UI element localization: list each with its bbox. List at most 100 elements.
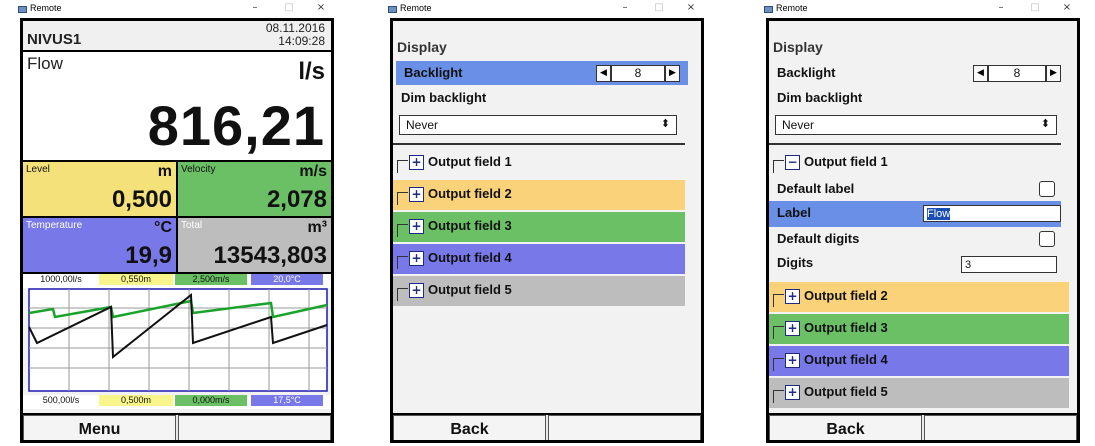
level-tile[interactable]: Level m 0,500 (23, 162, 178, 218)
softkey-bar: Back (393, 413, 701, 440)
output-field-4[interactable]: + Output field 4 (769, 346, 1069, 376)
tree-line (397, 288, 408, 301)
datetime: 08.11.2016 14:09:28 (266, 22, 325, 48)
scale-level-min: 0,500m (99, 395, 173, 406)
output-field-4[interactable]: + Output field 4 (393, 244, 685, 274)
output-field-3[interactable]: + Output field 3 (393, 212, 685, 242)
tree-line (397, 224, 408, 237)
increase-icon[interactable]: ▶ (1046, 65, 1061, 82)
backlight-row[interactable]: Backlight ◀ 8 ▶ (769, 61, 1077, 85)
flow-display[interactable]: Flow l/s 816,21 (23, 52, 331, 162)
output-field-label: Output field 4 (428, 250, 512, 265)
chart-bottom-scale: 500,00l/s 0,500m 0,000m/s 17,5°C (23, 395, 331, 409)
menu-button[interactable]: Menu (23, 415, 176, 440)
output-field-label: Output field 3 (804, 320, 888, 335)
scale-flow-min: 500,00l/s (29, 395, 93, 406)
tree-line (773, 326, 784, 339)
tile-value: 2,078 (266, 186, 327, 213)
output-field-2[interactable]: + Output field 2 (393, 180, 685, 210)
expand-icon[interactable]: + (409, 187, 424, 202)
tile-value: 13543,803 (213, 242, 327, 269)
device-screen: NIVUS1 08.11.2016 14:09:28 Flow l/s 816,… (20, 18, 334, 443)
output-field-label: Output field 5 (804, 384, 888, 399)
expand-icon[interactable]: + (785, 289, 800, 304)
output-field-label: Output field 2 (804, 288, 888, 303)
tree-line (773, 160, 784, 173)
output-field-label: Output field 4 (804, 352, 888, 367)
digits-input[interactable]: 3 (961, 256, 1057, 273)
output-field-5[interactable]: + Output field 5 (393, 276, 685, 306)
maximize-button[interactable]: □ (276, 2, 302, 13)
dim-backlight-value: Never (406, 118, 439, 132)
tile-label: Velocity (181, 164, 216, 175)
velocity-tile[interactable]: Velocity m/s 2,078 (178, 162, 331, 218)
close-button[interactable]: × (1054, 2, 1080, 13)
expand-icon[interactable]: + (409, 155, 424, 170)
tree-line (773, 358, 784, 371)
default-label-checkbox[interactable] (1039, 181, 1055, 197)
expand-icon[interactable]: + (785, 385, 800, 400)
back-button[interactable]: Back (393, 415, 546, 440)
tree-line (773, 390, 784, 403)
output-field-1-expanded[interactable]: − Output field 1 (769, 148, 1061, 178)
tree-line (397, 256, 408, 269)
expand-icon[interactable]: + (409, 283, 424, 298)
device-screen: Display Backlight ◀ 8 ▶ Dim backlight Ne… (390, 18, 704, 443)
increase-icon[interactable]: ▶ (665, 65, 680, 82)
minimize-button[interactable]: – (612, 2, 638, 13)
window-title: Remote (776, 3, 808, 13)
expand-icon[interactable]: + (409, 219, 424, 234)
maximize-button[interactable]: □ (1022, 2, 1048, 13)
flow-value: 816,21 (147, 94, 325, 157)
label-row[interactable]: Label Flow (769, 201, 1061, 227)
chart-top-scale: 1000,00l/s 0,550m 2,500m/s 20,0°C (23, 274, 331, 288)
title-bar: Remote – □ × (758, 0, 1088, 18)
softkey-bar: Back (769, 413, 1077, 440)
label-value: Flow (927, 208, 951, 220)
decrease-icon[interactable]: ◀ (596, 65, 611, 82)
window-title: Remote (30, 3, 62, 13)
right-softkey[interactable] (178, 415, 331, 440)
decrease-icon[interactable]: ◀ (973, 65, 988, 82)
dim-backlight-select[interactable]: Never ⬍ (399, 115, 677, 135)
window-title: Remote (400, 3, 432, 13)
flow-unit: l/s (298, 58, 325, 85)
remote-window-3: Remote – □ × Display Backlight ◀ 8 ▶ Dim… (758, 0, 1088, 446)
expand-icon[interactable]: + (785, 353, 800, 368)
default-digits-checkbox[interactable] (1039, 231, 1055, 247)
dim-backlight-select[interactable]: Never ⬍ (775, 115, 1057, 135)
close-button[interactable]: × (678, 2, 704, 13)
output-field-3[interactable]: + Output field 3 (769, 314, 1069, 344)
divider (393, 143, 685, 145)
output-field-label: Output field 1 (428, 154, 512, 169)
total-tile[interactable]: Total m³ 13543,803 (178, 218, 331, 274)
right-softkey[interactable] (924, 415, 1077, 440)
output-field-2[interactable]: + Output field 2 (769, 282, 1069, 312)
default-label-label: Default label (777, 181, 855, 196)
collapse-icon[interactable]: − (785, 155, 800, 170)
label-input[interactable]: Flow (923, 205, 1061, 222)
app-icon (764, 6, 773, 13)
right-softkey[interactable] (548, 415, 701, 440)
scale-velocity-max: 2,500m/s (175, 274, 247, 285)
expand-icon[interactable]: + (785, 321, 800, 336)
maximize-button[interactable]: □ (646, 2, 672, 13)
screen-header: NIVUS1 08.11.2016 14:09:28 (23, 21, 331, 52)
output-field-label: Output field 3 (428, 218, 512, 233)
time: 14:09:28 (278, 34, 325, 48)
minimize-button[interactable]: – (988, 2, 1014, 13)
scale-temp-min: 17,5°C (251, 395, 323, 406)
close-button[interactable]: × (308, 2, 334, 13)
minimize-button[interactable]: – (242, 2, 268, 13)
title-bar: Remote – □ × (12, 0, 342, 18)
temperature-tile[interactable]: Temperature °C 19,9 (23, 218, 178, 274)
output-field-1[interactable]: + Output field 1 (393, 148, 685, 178)
tile-label: Level (26, 164, 50, 175)
device-name: NIVUS1 (27, 31, 82, 48)
back-button[interactable]: Back (769, 415, 922, 440)
output-field-5[interactable]: + Output field 5 (769, 378, 1069, 408)
scale-flow-max: 1000,00l/s (29, 274, 93, 285)
expand-icon[interactable]: + (409, 251, 424, 266)
divider (769, 143, 1061, 145)
backlight-row[interactable]: Backlight ◀ 8 ▶ (396, 61, 688, 85)
